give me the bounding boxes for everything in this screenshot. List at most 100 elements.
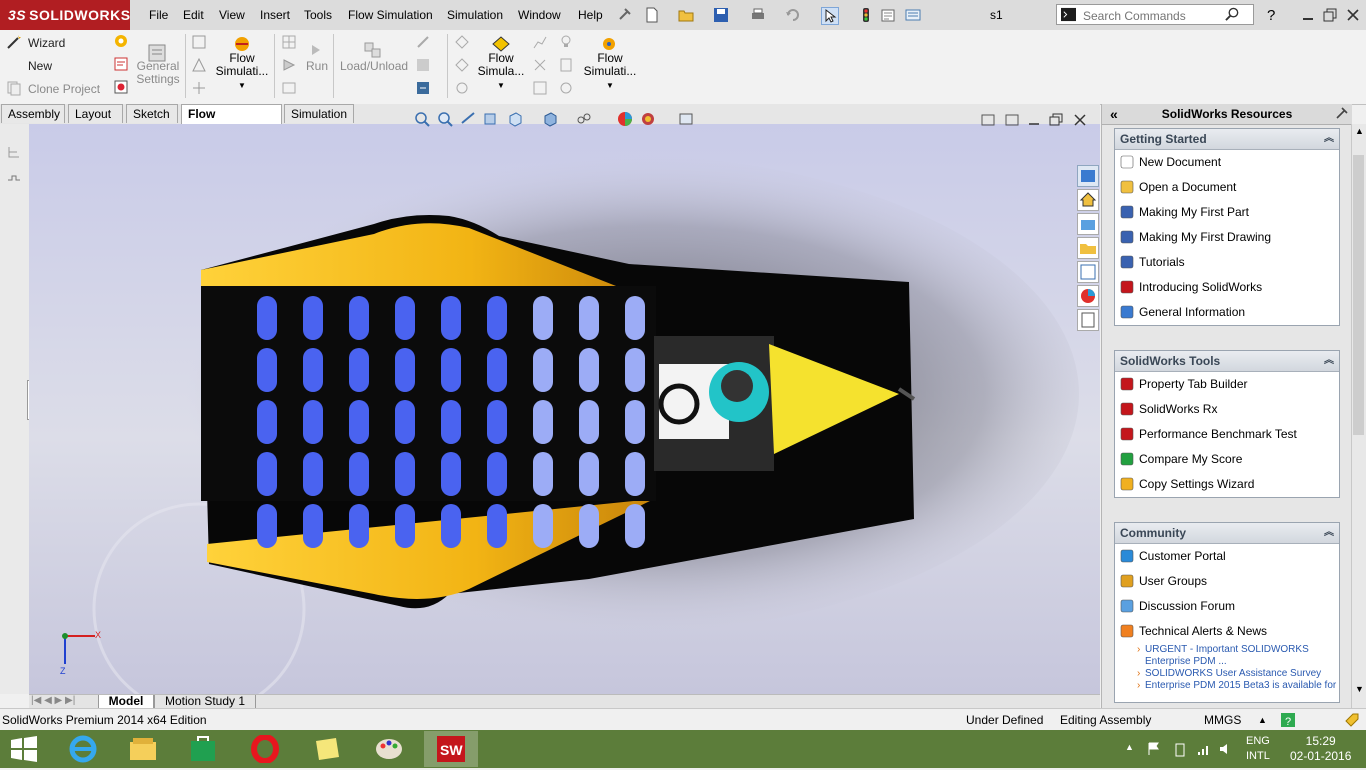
news-item[interactable]: URGENT - Important SOLIDWORKS Enterprise… bbox=[1115, 644, 1339, 668]
solve-icon[interactable] bbox=[281, 57, 297, 73]
resource-link[interactable]: SolidWorks Rx bbox=[1115, 397, 1339, 422]
results-icon[interactable] bbox=[415, 34, 431, 50]
run-button[interactable]: Run bbox=[306, 59, 328, 73]
section-view-icon[interactable] bbox=[482, 111, 498, 127]
resource-link[interactable]: New Document bbox=[1115, 150, 1339, 175]
export-results-icon[interactable] bbox=[415, 80, 431, 96]
internet-explorer-app[interactable] bbox=[56, 731, 110, 767]
unit-system[interactable]: MMGS bbox=[1204, 709, 1241, 731]
pin-icon[interactable] bbox=[616, 7, 632, 23]
viewport-split-icon[interactable] bbox=[980, 112, 996, 128]
view-settings-icon[interactable] bbox=[678, 111, 694, 127]
cut-plot-icon[interactable] bbox=[454, 34, 470, 50]
flow-cube-icon[interactable] bbox=[113, 79, 129, 95]
tab-sketch[interactable]: Sketch bbox=[126, 104, 178, 123]
resource-link[interactable]: Open a Document bbox=[1115, 175, 1339, 200]
lightbulb-icon[interactable] bbox=[558, 34, 574, 50]
load-unload-button[interactable]: Load/Unload bbox=[340, 59, 408, 73]
wizard-button[interactable]: Wizard bbox=[28, 36, 65, 50]
resource-link[interactable]: Compare My Score bbox=[1115, 447, 1339, 472]
opera-app[interactable] bbox=[238, 731, 292, 767]
network-icon[interactable] bbox=[1196, 741, 1212, 757]
collapse-pane-icon[interactable]: « bbox=[1110, 104, 1118, 124]
select-cursor-icon[interactable] bbox=[821, 7, 839, 25]
collapse-chevron-icon[interactable]: ︽ bbox=[1324, 129, 1334, 149]
close-window-icon[interactable] bbox=[1345, 7, 1361, 23]
resource-link[interactable]: Performance Benchmark Test bbox=[1115, 422, 1339, 447]
mesh-icon[interactable] bbox=[281, 34, 297, 50]
print-icon[interactable] bbox=[750, 7, 766, 23]
windows-start-icon[interactable] bbox=[10, 736, 38, 762]
save-results-icon[interactable] bbox=[415, 57, 431, 73]
general-settings-button[interactable]: General Settings bbox=[134, 60, 182, 86]
search-input[interactable] bbox=[1081, 7, 1225, 24]
minimize-window-icon[interactable] bbox=[1300, 7, 1316, 23]
scroll-down-icon[interactable]: ▼ bbox=[1355, 684, 1364, 694]
tag-icon[interactable] bbox=[1344, 712, 1360, 728]
search-commands-box[interactable] bbox=[1056, 4, 1254, 25]
goals-icon[interactable] bbox=[191, 80, 207, 96]
resource-link[interactable]: Technical Alerts & News bbox=[1115, 619, 1339, 644]
car-model-3d[interactable] bbox=[29, 124, 1100, 694]
menu-view[interactable]: View bbox=[219, 8, 245, 22]
hide-show-items-icon[interactable] bbox=[576, 111, 592, 127]
system-clock[interactable]: 15:29 02-01-2016 bbox=[1290, 734, 1351, 764]
resource-link[interactable]: Making My First Part bbox=[1115, 200, 1339, 225]
flow-simulation-button-1[interactable]: Flow Simulati... ▼ bbox=[214, 52, 270, 92]
graphics-area[interactable]: X Z bbox=[29, 124, 1100, 694]
restore-window-icon[interactable] bbox=[1322, 7, 1338, 23]
custom-properties-tab-icon[interactable] bbox=[1077, 309, 1099, 331]
tab-simulation[interactable]: Simulation bbox=[284, 104, 354, 123]
quick-tips-icon[interactable]: ? bbox=[1280, 712, 1296, 728]
display-style-icon[interactable] bbox=[542, 111, 558, 127]
property-manager-icon[interactable] bbox=[6, 170, 22, 186]
resource-link[interactable]: Discussion Forum bbox=[1115, 594, 1339, 619]
undo-icon[interactable] bbox=[785, 7, 801, 23]
scroll-thumb[interactable] bbox=[1353, 155, 1364, 435]
flow-simulation-button-2[interactable]: Flow Simula... ▼ bbox=[474, 52, 528, 92]
group-header[interactable]: SolidWorks Tools ︽ bbox=[1115, 351, 1339, 372]
security-flag-icon[interactable] bbox=[1146, 741, 1162, 757]
file-explorer-tab-icon[interactable] bbox=[1077, 237, 1099, 259]
menu-window[interactable]: Window bbox=[518, 8, 561, 22]
new-button[interactable]: New bbox=[28, 59, 52, 73]
save-icon[interactable] bbox=[713, 7, 729, 23]
resource-link[interactable]: Customer Portal bbox=[1115, 544, 1339, 569]
tab-layout[interactable]: Layout bbox=[68, 104, 123, 123]
flow-settings-icon[interactable] bbox=[113, 33, 129, 49]
input-language[interactable]: ENG INTL bbox=[1246, 734, 1270, 764]
resource-link[interactable]: General Information bbox=[1115, 300, 1339, 325]
menu-flow-simulation[interactable]: Flow Simulation bbox=[348, 8, 433, 22]
volume-icon[interactable] bbox=[1218, 741, 1234, 757]
resource-link[interactable]: Introducing SolidWorks bbox=[1115, 275, 1339, 300]
apply-scene-icon[interactable] bbox=[640, 111, 656, 127]
unit-dropdown-icon[interactable]: ▲ bbox=[1258, 709, 1267, 731]
solidworks-resources-tab-icon[interactable] bbox=[1077, 165, 1099, 187]
tab-model[interactable]: Model bbox=[98, 695, 154, 709]
tab-motion-study[interactable]: Motion Study 1 bbox=[154, 695, 256, 709]
isosurface-icon[interactable] bbox=[454, 80, 470, 96]
animation-icon[interactable] bbox=[558, 80, 574, 96]
sticky-notes-app[interactable] bbox=[300, 731, 354, 767]
collapse-chevron-icon[interactable]: ︽ bbox=[1324, 351, 1334, 371]
resource-link[interactable]: Tutorials bbox=[1115, 250, 1339, 275]
clone-project-button[interactable]: Clone Project bbox=[28, 82, 100, 96]
report-icon[interactable] bbox=[558, 57, 574, 73]
pin-pane-icon[interactable] bbox=[1334, 107, 1348, 121]
news-item[interactable]: Enterprise PDM 2015 Beta3 is available f… bbox=[1115, 680, 1339, 692]
battery-icon[interactable] bbox=[1172, 741, 1188, 757]
view-orientation-icon[interactable] bbox=[507, 111, 523, 127]
menu-simulation[interactable]: Simulation bbox=[447, 8, 503, 22]
help-icon[interactable]: ? bbox=[1264, 6, 1280, 22]
feature-tree-icon[interactable] bbox=[6, 144, 22, 160]
viewport-close-icon[interactable] bbox=[1072, 112, 1088, 128]
tab-assembly[interactable]: Assembly bbox=[1, 104, 65, 123]
batch-run-icon[interactable] bbox=[281, 80, 297, 96]
search-icon[interactable] bbox=[1225, 7, 1240, 22]
options-icon[interactable] bbox=[905, 7, 921, 23]
viewport-restore-icon[interactable] bbox=[1048, 112, 1064, 128]
tab-scroll-arrows[interactable]: |◀ ◀ ▶ ▶| bbox=[31, 695, 75, 706]
open-folder-icon[interactable] bbox=[678, 7, 694, 23]
scroll-up-icon[interactable]: ▲ bbox=[1355, 126, 1364, 136]
flow-project-icon[interactable] bbox=[113, 56, 129, 72]
